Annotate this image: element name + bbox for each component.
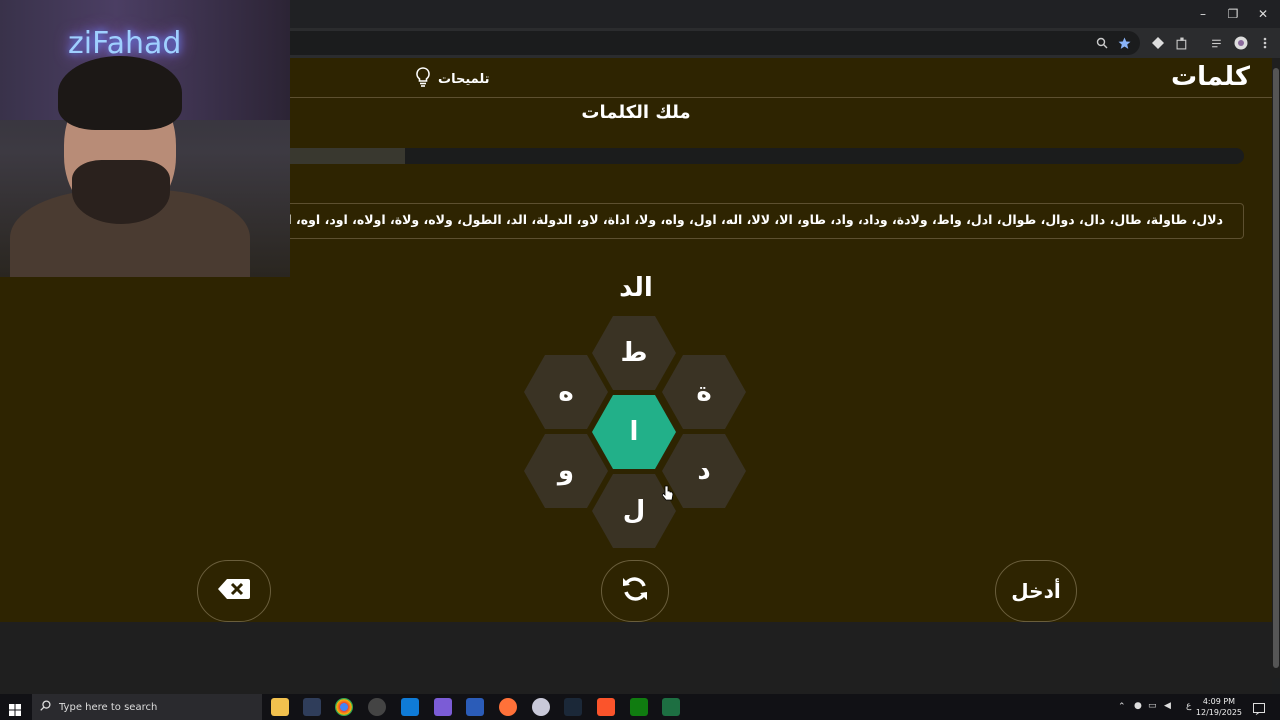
letter: ط bbox=[620, 338, 648, 368]
microphone-icon[interactable]: ● bbox=[1134, 701, 1142, 711]
letter-hex-top[interactable]: ط bbox=[592, 316, 676, 390]
browser-menu-icon[interactable] bbox=[1257, 35, 1273, 51]
page-below-area bbox=[0, 622, 1272, 694]
found-words-list: دلال، طاولة، طال، دال، دوال، طوال، ادل، … bbox=[279, 212, 1223, 227]
letter: د bbox=[697, 456, 711, 486]
streamer-beard bbox=[72, 160, 170, 224]
brave-icon[interactable] bbox=[597, 698, 615, 716]
zoom-icon[interactable] bbox=[1094, 35, 1110, 51]
extensions-puzzle-icon[interactable] bbox=[1174, 35, 1190, 51]
found-words-box[interactable]: دلال، طاولة، طال، دال، دوال، طوال، ادل، … bbox=[278, 203, 1244, 239]
extension-diamond-icon[interactable] bbox=[1150, 35, 1166, 51]
media-queue-icon[interactable] bbox=[1209, 35, 1225, 51]
volume-icon[interactable]: ◀ bbox=[1164, 701, 1171, 711]
letter-hex-upper-right[interactable]: ة bbox=[662, 355, 746, 429]
minimize-button[interactable]: – bbox=[1188, 4, 1218, 24]
screen: – ❐ ✕ كلمات تلميحات ملك الكلمات دلال، طا… bbox=[0, 0, 1280, 720]
streamer-hair bbox=[58, 56, 182, 130]
app-icon[interactable] bbox=[303, 698, 321, 716]
network-icon[interactable]: ▭ bbox=[1148, 701, 1157, 711]
letter: ة bbox=[696, 377, 712, 407]
letter-hex-lower-left[interactable]: و bbox=[524, 434, 608, 508]
taskbar-clock[interactable]: 4:09 PM 12/19/2025 bbox=[1196, 696, 1242, 718]
windows-taskbar: Type here to search ⌃ ● ▭ ◀ ع 4:09 PM 12… bbox=[0, 694, 1280, 720]
letter-hex-upper-left[interactable]: ه bbox=[524, 355, 608, 429]
hints-label: تلميحات bbox=[438, 71, 490, 87]
chat-app-icon[interactable] bbox=[434, 698, 452, 716]
submit-label: أدخل bbox=[1011, 579, 1061, 603]
mouse-cursor-icon bbox=[661, 485, 674, 505]
firefox-icon[interactable] bbox=[499, 698, 517, 716]
word-icon[interactable] bbox=[466, 698, 484, 716]
clock-time: 4:09 PM bbox=[1202, 697, 1236, 706]
delete-letter-button[interactable] bbox=[197, 560, 271, 622]
score-progress-fill bbox=[280, 148, 406, 164]
close-window-button[interactable]: ✕ bbox=[1248, 4, 1278, 24]
clock-date: 12/19/2025 bbox=[1195, 708, 1242, 717]
app-icon-2[interactable] bbox=[532, 698, 550, 716]
letter: ه bbox=[558, 377, 574, 407]
file-explorer-icon[interactable] bbox=[271, 698, 289, 716]
obs-icon[interactable] bbox=[368, 698, 386, 716]
windows-start-icon[interactable] bbox=[9, 701, 21, 720]
letter: ا bbox=[629, 417, 639, 447]
submit-word-button[interactable]: أدخل bbox=[995, 560, 1077, 622]
scrollbar-thumb[interactable] bbox=[1273, 68, 1279, 668]
score-progress-bar bbox=[280, 148, 1244, 164]
restore-button[interactable]: ❐ bbox=[1218, 4, 1248, 24]
shuffle-button[interactable] bbox=[601, 560, 669, 622]
refresh-icon bbox=[621, 575, 649, 607]
store-icon[interactable] bbox=[401, 698, 419, 716]
address-bar[interactable] bbox=[250, 31, 1140, 55]
steam-icon[interactable] bbox=[564, 698, 582, 716]
taskbar-search-box[interactable]: Type here to search bbox=[32, 694, 262, 720]
chrome-icon[interactable] bbox=[335, 698, 353, 716]
language-indicator[interactable]: ع bbox=[1186, 701, 1191, 711]
taskbar-search-placeholder: Type here to search bbox=[59, 701, 158, 713]
letter-hex-lower-right[interactable]: د bbox=[662, 434, 746, 508]
letter-hex-center[interactable]: ا bbox=[592, 395, 676, 469]
bookmark-star-icon[interactable] bbox=[1116, 35, 1132, 51]
profile-avatar-icon[interactable] bbox=[1233, 35, 1249, 51]
letter: و bbox=[557, 456, 575, 486]
current-word: الد bbox=[619, 273, 653, 303]
page-scrollbar[interactable] bbox=[1272, 58, 1280, 678]
excel-icon[interactable] bbox=[662, 698, 680, 716]
webcam-overlay: ziFahad bbox=[0, 0, 290, 277]
notifications-icon[interactable] bbox=[1253, 700, 1265, 719]
hints-button[interactable]: تلميحات bbox=[414, 67, 490, 91]
letter: ل bbox=[622, 496, 646, 526]
xbox-icon[interactable] bbox=[630, 698, 648, 716]
backspace-icon bbox=[218, 579, 250, 603]
search-icon bbox=[40, 700, 51, 714]
lightbulb-icon bbox=[414, 67, 432, 91]
site-logo[interactable]: كلمات bbox=[1171, 62, 1250, 92]
tray-chevron-icon[interactable]: ⌃ bbox=[1118, 702, 1126, 712]
